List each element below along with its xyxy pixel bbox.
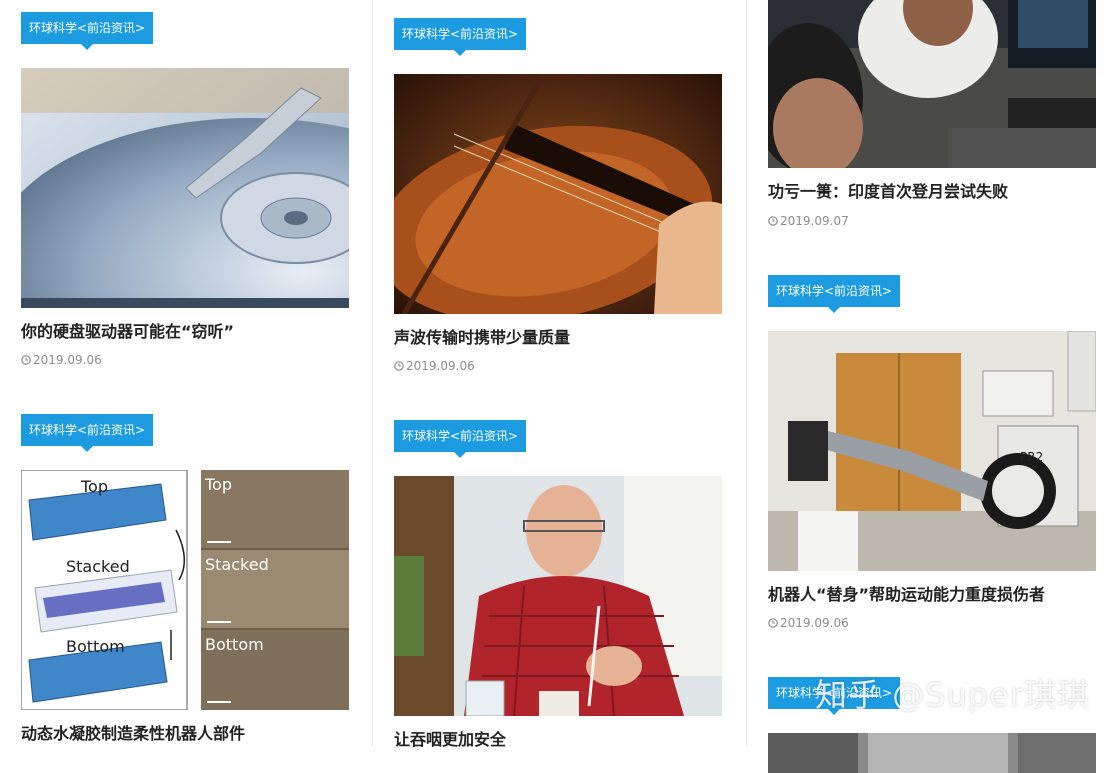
article-column-1: 环球科学<前沿资讯> 你的硬盘驱动器可能在“窃听” 2019.09.06 环球科… xyxy=(0,0,372,747)
article-title[interactable]: 功亏一篑：印度首次登月尝试失败 xyxy=(768,178,1008,202)
category-tag[interactable]: 环球科学<前沿资讯> xyxy=(21,414,154,452)
article-thumbnail[interactable]: Top Stacked Bottom Top Stacked Bottom xyxy=(21,470,349,710)
date-text: 2019.09.06 xyxy=(33,353,102,367)
article-thumbnail[interactable] xyxy=(768,733,1096,773)
article-thumbnail[interactable]: PR2 xyxy=(768,331,1096,571)
date-text: 2019.09.06 xyxy=(780,616,849,630)
robot-image: PR2 xyxy=(768,331,1096,571)
article-title[interactable]: 机器人“替身”帮助运动能力重度损伤者 xyxy=(768,581,1045,605)
violin-image xyxy=(394,74,722,314)
hard-drive-image xyxy=(21,68,349,308)
article-title[interactable]: 动态水凝胶制造柔性机器人部件 xyxy=(21,720,245,744)
zhihu-watermark: 知乎 @Super琪琪 xyxy=(815,676,1090,714)
photo-label-stacked: Stacked xyxy=(205,555,269,574)
article-date: 2019.09.07 xyxy=(768,214,849,228)
date-text: 2019.09.07 xyxy=(780,214,849,228)
mission-control-image xyxy=(768,0,1096,168)
article-thumbnail[interactable] xyxy=(21,68,349,308)
photo-label-bottom: Bottom xyxy=(205,635,264,654)
article-thumbnail[interactable] xyxy=(768,0,1096,168)
clock-icon xyxy=(768,618,778,628)
clock-icon xyxy=(21,355,31,365)
category-tag[interactable]: 环球科学<前沿资讯> xyxy=(21,12,154,50)
article-image xyxy=(768,733,1096,773)
elderly-man-image xyxy=(394,476,722,716)
category-tag[interactable]: 环球科学<前沿资讯> xyxy=(394,18,527,56)
article-title[interactable]: 声波传输时携带少量质量 xyxy=(394,324,570,348)
diagram-label-top: Top xyxy=(80,477,108,496)
diagram-label-stacked: Stacked xyxy=(66,557,130,576)
article-column-3: 功亏一篑：印度首次登月尝试失败 2019.09.07 环球科学<前沿资讯> PR… xyxy=(747,0,1110,773)
article-column-2: 环球科学<前沿资讯> 声波传输时携带少量质量 2019.09.06 环球科学<前… xyxy=(373,0,746,750)
photo-label-top: Top xyxy=(204,475,232,494)
article-date: 2019.09.06 xyxy=(394,359,475,373)
article-date: 2019.09.06 xyxy=(768,616,849,630)
category-tag[interactable]: 环球科学<前沿资讯> xyxy=(394,420,527,458)
clock-icon xyxy=(768,216,778,226)
article-title[interactable]: 你的硬盘驱动器可能在“窃听” xyxy=(21,318,234,342)
date-text: 2019.09.06 xyxy=(406,359,475,373)
article-thumbnail[interactable] xyxy=(394,476,722,716)
article-title[interactable]: 让吞咽更加安全 xyxy=(394,726,506,750)
article-thumbnail[interactable] xyxy=(394,74,722,314)
hydrogel-diagram-image: Top Stacked Bottom Top Stacked Bottom xyxy=(21,470,349,710)
diagram-label-bottom: Bottom xyxy=(66,637,125,656)
clock-icon xyxy=(394,361,404,371)
article-date: 2019.09.06 xyxy=(21,353,102,367)
category-tag[interactable]: 环球科学<前沿资讯> xyxy=(768,275,901,313)
robot-label: PR2 xyxy=(1020,450,1043,464)
